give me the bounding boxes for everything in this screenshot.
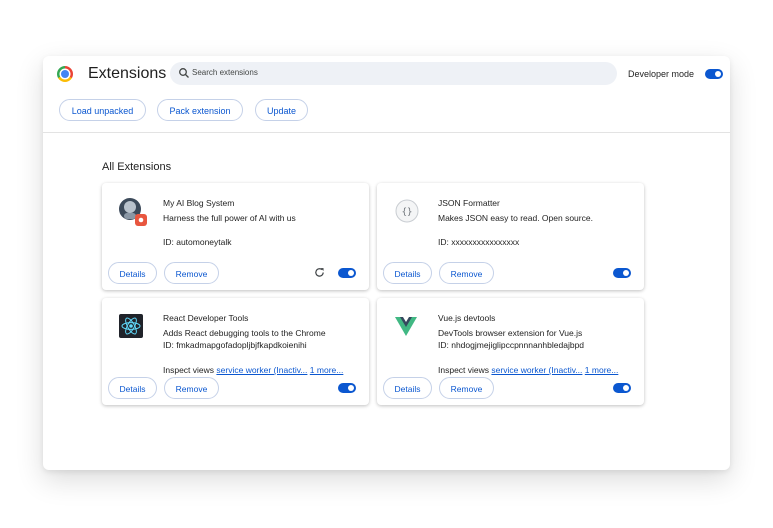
- ai-robot-icon: [119, 198, 147, 226]
- load-unpacked-button[interactable]: Load unpacked: [59, 99, 146, 121]
- extension-id: ID: xxxxxxxxxxxxxxxx: [438, 237, 520, 247]
- svg-text:{}: {}: [402, 208, 413, 218]
- extension-description: DevTools browser extension for Vue.js: [438, 328, 583, 338]
- extension-name: React Developer Tools: [163, 313, 249, 323]
- remove-button[interactable]: Remove: [439, 377, 494, 399]
- service-worker-link[interactable]: service worker (Inactiv...: [491, 365, 582, 375]
- page-title: Extensions: [88, 65, 167, 82]
- search-icon: [179, 68, 189, 78]
- extension-toggle[interactable]: [338, 383, 356, 393]
- pack-extension-button[interactable]: Pack extension: [157, 99, 243, 121]
- service-worker-link[interactable]: service worker (Inactiv...: [216, 365, 307, 375]
- developer-mode-toggle[interactable]: [705, 69, 723, 79]
- inspect-views-label: Inspect views: [438, 365, 490, 375]
- remove-button[interactable]: Remove: [439, 262, 494, 284]
- extension-description: Harness the full power of AI with us: [163, 213, 296, 223]
- extension-description: Makes JSON easy to read. Open source.: [438, 213, 593, 223]
- developer-mode-label: Developer mode: [628, 69, 695, 79]
- extension-name: JSON Formatter: [438, 198, 500, 208]
- details-button[interactable]: Details: [383, 377, 432, 399]
- more-views-link[interactable]: 1 more...: [310, 365, 344, 375]
- extension-card-json-formatter: {} JSON Formatter Makes JSON easy to rea…: [377, 183, 644, 290]
- more-views-link[interactable]: 1 more...: [585, 365, 619, 375]
- search-placeholder: Search extensions: [192, 68, 258, 77]
- inspect-views: Inspect views service worker (Inactiv...…: [438, 365, 618, 375]
- extension-id: ID: nhdogjmejiglipccpnnnanhbledajbpd: [438, 340, 585, 350]
- extensions-window: Extensions Search extensions Developer m…: [43, 56, 730, 470]
- extension-card-ai-blog: My AI Blog System Harness the full power…: [102, 183, 369, 290]
- inspect-views-label: Inspect views: [163, 365, 215, 375]
- extension-card-vue-devtools: Vue.js devtools DevTools browser extensi…: [377, 298, 644, 405]
- extension-name: Vue.js devtools: [438, 313, 496, 323]
- json-formatter-icon: {}: [395, 199, 419, 223]
- vue-icon: [395, 317, 417, 336]
- details-button[interactable]: Details: [108, 377, 157, 399]
- extension-card-react-devtools: React Developer Tools Adds React debuggi…: [102, 298, 369, 405]
- extension-toggle[interactable]: [613, 383, 631, 393]
- chrome-logo-icon: [57, 66, 73, 82]
- remove-button[interactable]: Remove: [164, 262, 219, 284]
- inspect-views: Inspect views service worker (Inactiv...…: [163, 365, 343, 375]
- extension-name: My AI Blog System: [163, 198, 235, 208]
- details-button[interactable]: Details: [108, 262, 157, 284]
- header-bar: Extensions Search extensions Developer m…: [43, 56, 730, 133]
- extension-toggle[interactable]: [613, 268, 631, 278]
- details-button[interactable]: Details: [383, 262, 432, 284]
- extension-id: ID: automoneytalk: [163, 237, 232, 247]
- reload-icon[interactable]: [314, 267, 325, 278]
- extension-id: ID: fmkadmapgofadopljbjfkapdkoienihi: [163, 340, 307, 350]
- section-title: All Extensions: [102, 161, 172, 173]
- react-icon: [119, 314, 143, 338]
- extension-description: Adds React debugging tools to the Chrome: [163, 328, 326, 338]
- remove-button[interactable]: Remove: [164, 377, 219, 399]
- extension-toggle[interactable]: [338, 268, 356, 278]
- update-button[interactable]: Update: [255, 99, 308, 121]
- search-input[interactable]: Search extensions: [170, 62, 617, 85]
